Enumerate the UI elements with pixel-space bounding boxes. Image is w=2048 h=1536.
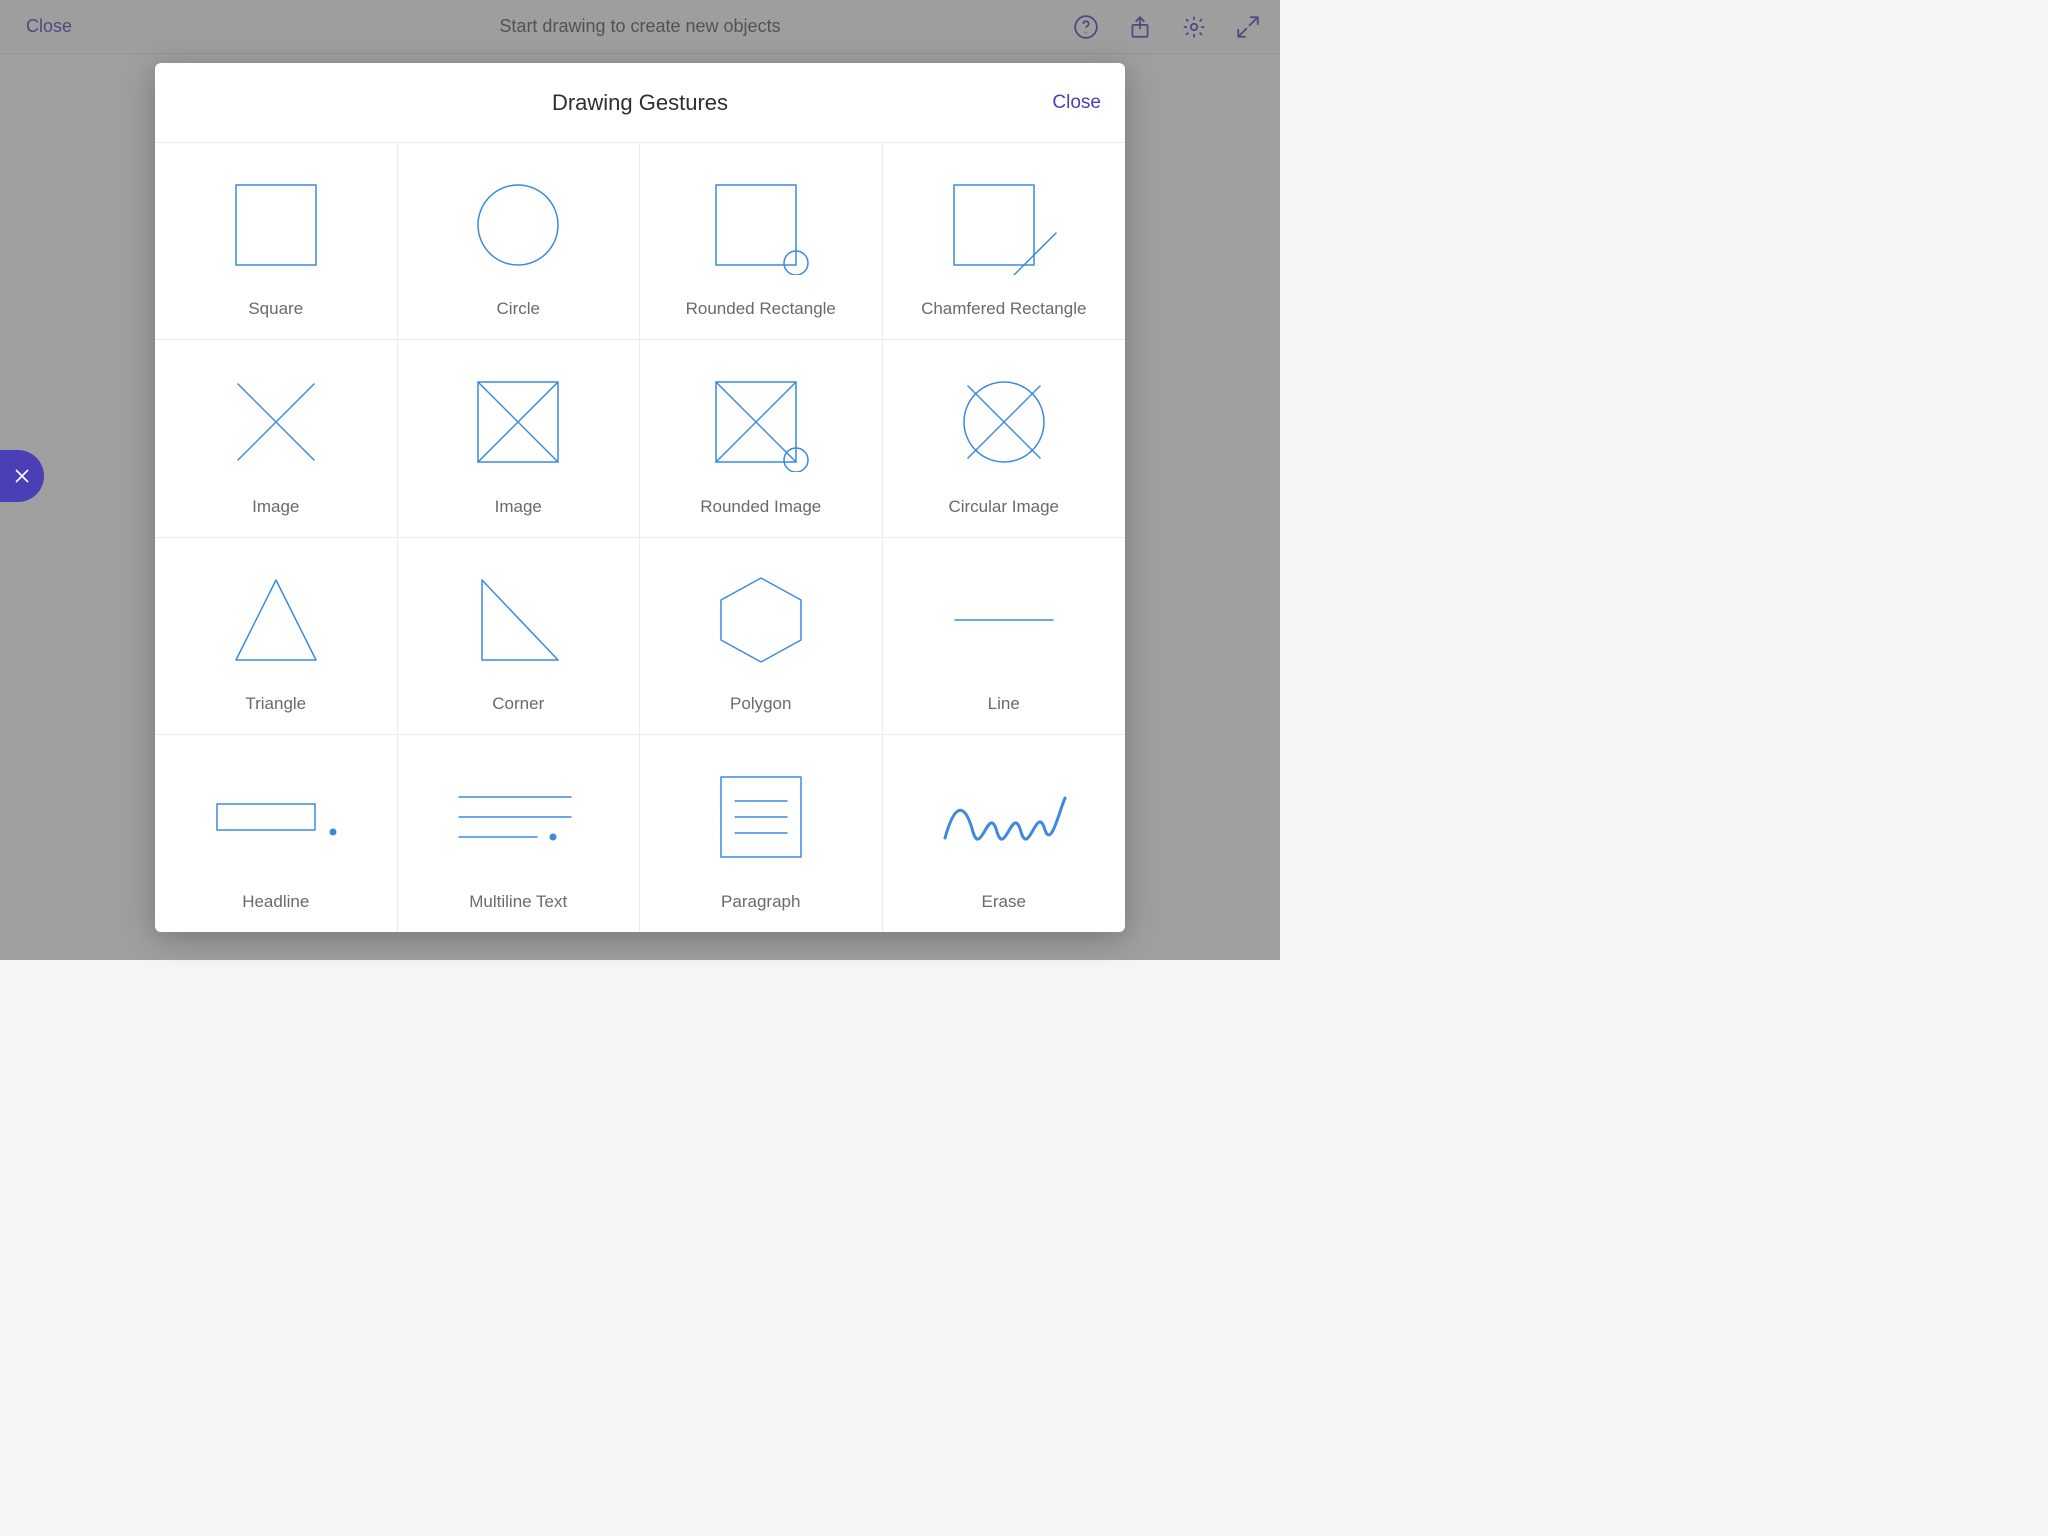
triangle-icon: [165, 556, 387, 684]
line-icon: [893, 556, 1116, 684]
modal-close-button[interactable]: Close: [1052, 92, 1101, 114]
circle-icon: [408, 161, 630, 289]
toolbar: Close Start drawing to create new object…: [0, 0, 1280, 54]
gesture-label: Rounded Image: [700, 497, 821, 517]
erase-icon: [893, 753, 1116, 882]
gesture-polygon[interactable]: Polygon: [640, 538, 883, 735]
gesture-label: Chamfered Rectangle: [921, 299, 1086, 319]
gesture-label: Polygon: [730, 694, 791, 714]
gesture-image-box[interactable]: Image: [398, 340, 641, 537]
gesture-label: Multiline Text: [469, 892, 567, 912]
gesture-rounded-rectangle[interactable]: Rounded Rectangle: [640, 143, 883, 340]
image-x-icon: [165, 358, 387, 486]
gesture-paragraph[interactable]: Paragraph: [640, 735, 883, 932]
headline-icon: [165, 753, 387, 882]
multiline-text-icon: [408, 753, 630, 882]
gesture-circle[interactable]: Circle: [398, 143, 641, 340]
image-box-icon: [408, 358, 630, 486]
gesture-label: Corner: [492, 694, 544, 714]
modal-header: Drawing Gestures Close: [155, 63, 1125, 143]
help-icon[interactable]: [1072, 13, 1100, 41]
corner-icon: [408, 556, 630, 684]
gesture-label: Headline: [242, 892, 309, 912]
drawing-gestures-modal: Drawing Gestures Close Square Circle: [155, 63, 1125, 932]
circular-image-icon: [893, 358, 1116, 486]
gesture-label: Line: [988, 694, 1020, 714]
fullscreen-icon[interactable]: [1234, 13, 1262, 41]
square-icon: [165, 161, 387, 289]
gesture-circular-image[interactable]: Circular Image: [883, 340, 1126, 537]
gear-icon[interactable]: [1180, 13, 1208, 41]
gesture-triangle[interactable]: Triangle: [155, 538, 398, 735]
gesture-image-x[interactable]: Image: [155, 340, 398, 537]
rounded-image-icon: [650, 358, 872, 486]
gesture-square[interactable]: Square: [155, 143, 398, 340]
modal-title: Drawing Gestures: [552, 90, 728, 116]
polygon-icon: [650, 556, 872, 684]
gesture-erase[interactable]: Erase: [883, 735, 1126, 932]
paragraph-icon: [650, 753, 872, 882]
gesture-label: Image: [495, 497, 542, 517]
gesture-corner[interactable]: Corner: [398, 538, 641, 735]
gesture-headline[interactable]: Headline: [155, 735, 398, 932]
gesture-label: Circle: [497, 299, 540, 319]
gesture-label: Circular Image: [948, 497, 1059, 517]
gesture-line[interactable]: Line: [883, 538, 1126, 735]
gesture-rounded-image[interactable]: Rounded Image: [640, 340, 883, 537]
share-icon[interactable]: [1126, 13, 1154, 41]
chamfered-rectangle-icon: [893, 161, 1116, 289]
gesture-label: Triangle: [245, 694, 306, 714]
rounded-rectangle-icon: [650, 161, 872, 289]
app-root: Close Start drawing to create new object…: [0, 0, 1280, 960]
gesture-chamfered-rectangle[interactable]: Chamfered Rectangle: [883, 143, 1126, 340]
gesture-multiline-text[interactable]: Multiline Text: [398, 735, 641, 932]
gesture-grid: Square Circle Rounded Rectangle Chamfere…: [155, 143, 1125, 932]
gesture-label: Paragraph: [721, 892, 800, 912]
gesture-label: Image: [252, 497, 299, 517]
toolbar-close-button[interactable]: Close: [26, 16, 72, 36]
gesture-label: Erase: [982, 892, 1026, 912]
gesture-label: Rounded Rectangle: [686, 299, 836, 319]
gesture-label: Square: [248, 299, 303, 319]
